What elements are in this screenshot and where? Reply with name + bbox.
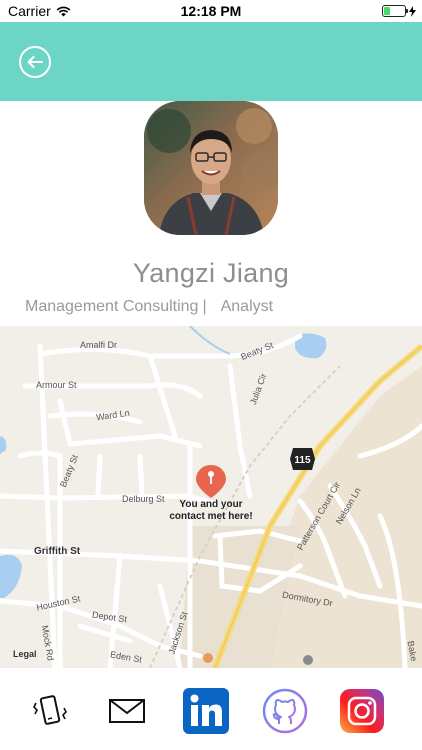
route-shield-icon: 115 [290, 448, 315, 470]
route-number: 115 [294, 455, 311, 466]
meeting-location-map[interactable]: 115 Amalfi Dr Beaty St Armour St Julia C… [0, 326, 422, 668]
header-bar [0, 22, 422, 101]
call-button[interactable] [27, 688, 73, 734]
profile-name: Yangzi Jiang [132, 258, 290, 288]
pin-caption: You and your contact met here! [169, 499, 253, 522]
github-icon [262, 688, 308, 734]
battery-icon [382, 5, 408, 17]
instagram-icon [340, 689, 384, 733]
battery-indicator [382, 5, 416, 17]
back-arrow-icon [27, 56, 43, 68]
mail-icon [109, 699, 145, 723]
street-label: Delburg St [122, 494, 165, 504]
profile-company: Management Consulting [25, 298, 199, 315]
map-pin-icon[interactable] [196, 465, 226, 498]
email-button[interactable] [104, 688, 150, 734]
phone-vibrate-icon [33, 695, 67, 725]
profile-role: Management Consulting | Analyst [25, 298, 273, 316]
map-legal-link[interactable]: Legal [13, 649, 37, 659]
profile-title: Analyst [220, 298, 274, 315]
instagram-button[interactable] [339, 688, 385, 734]
linkedin-button[interactable] [183, 688, 229, 734]
back-button[interactable] [19, 46, 51, 78]
street-label: Amalfi Dr [80, 340, 118, 350]
street-label: Armour St [36, 380, 77, 390]
contact-actions-bar [0, 668, 422, 750]
status-time: 12:18 PM [180, 3, 242, 19]
status-bar: Carrier 12:18 PM [0, 0, 422, 22]
linkedin-icon [183, 688, 229, 734]
street-label: Griffith St [34, 546, 81, 557]
role-separator: | [202, 298, 207, 315]
charging-bolt-icon [409, 5, 416, 17]
profile-avatar [144, 101, 278, 235]
github-button[interactable] [262, 688, 308, 734]
